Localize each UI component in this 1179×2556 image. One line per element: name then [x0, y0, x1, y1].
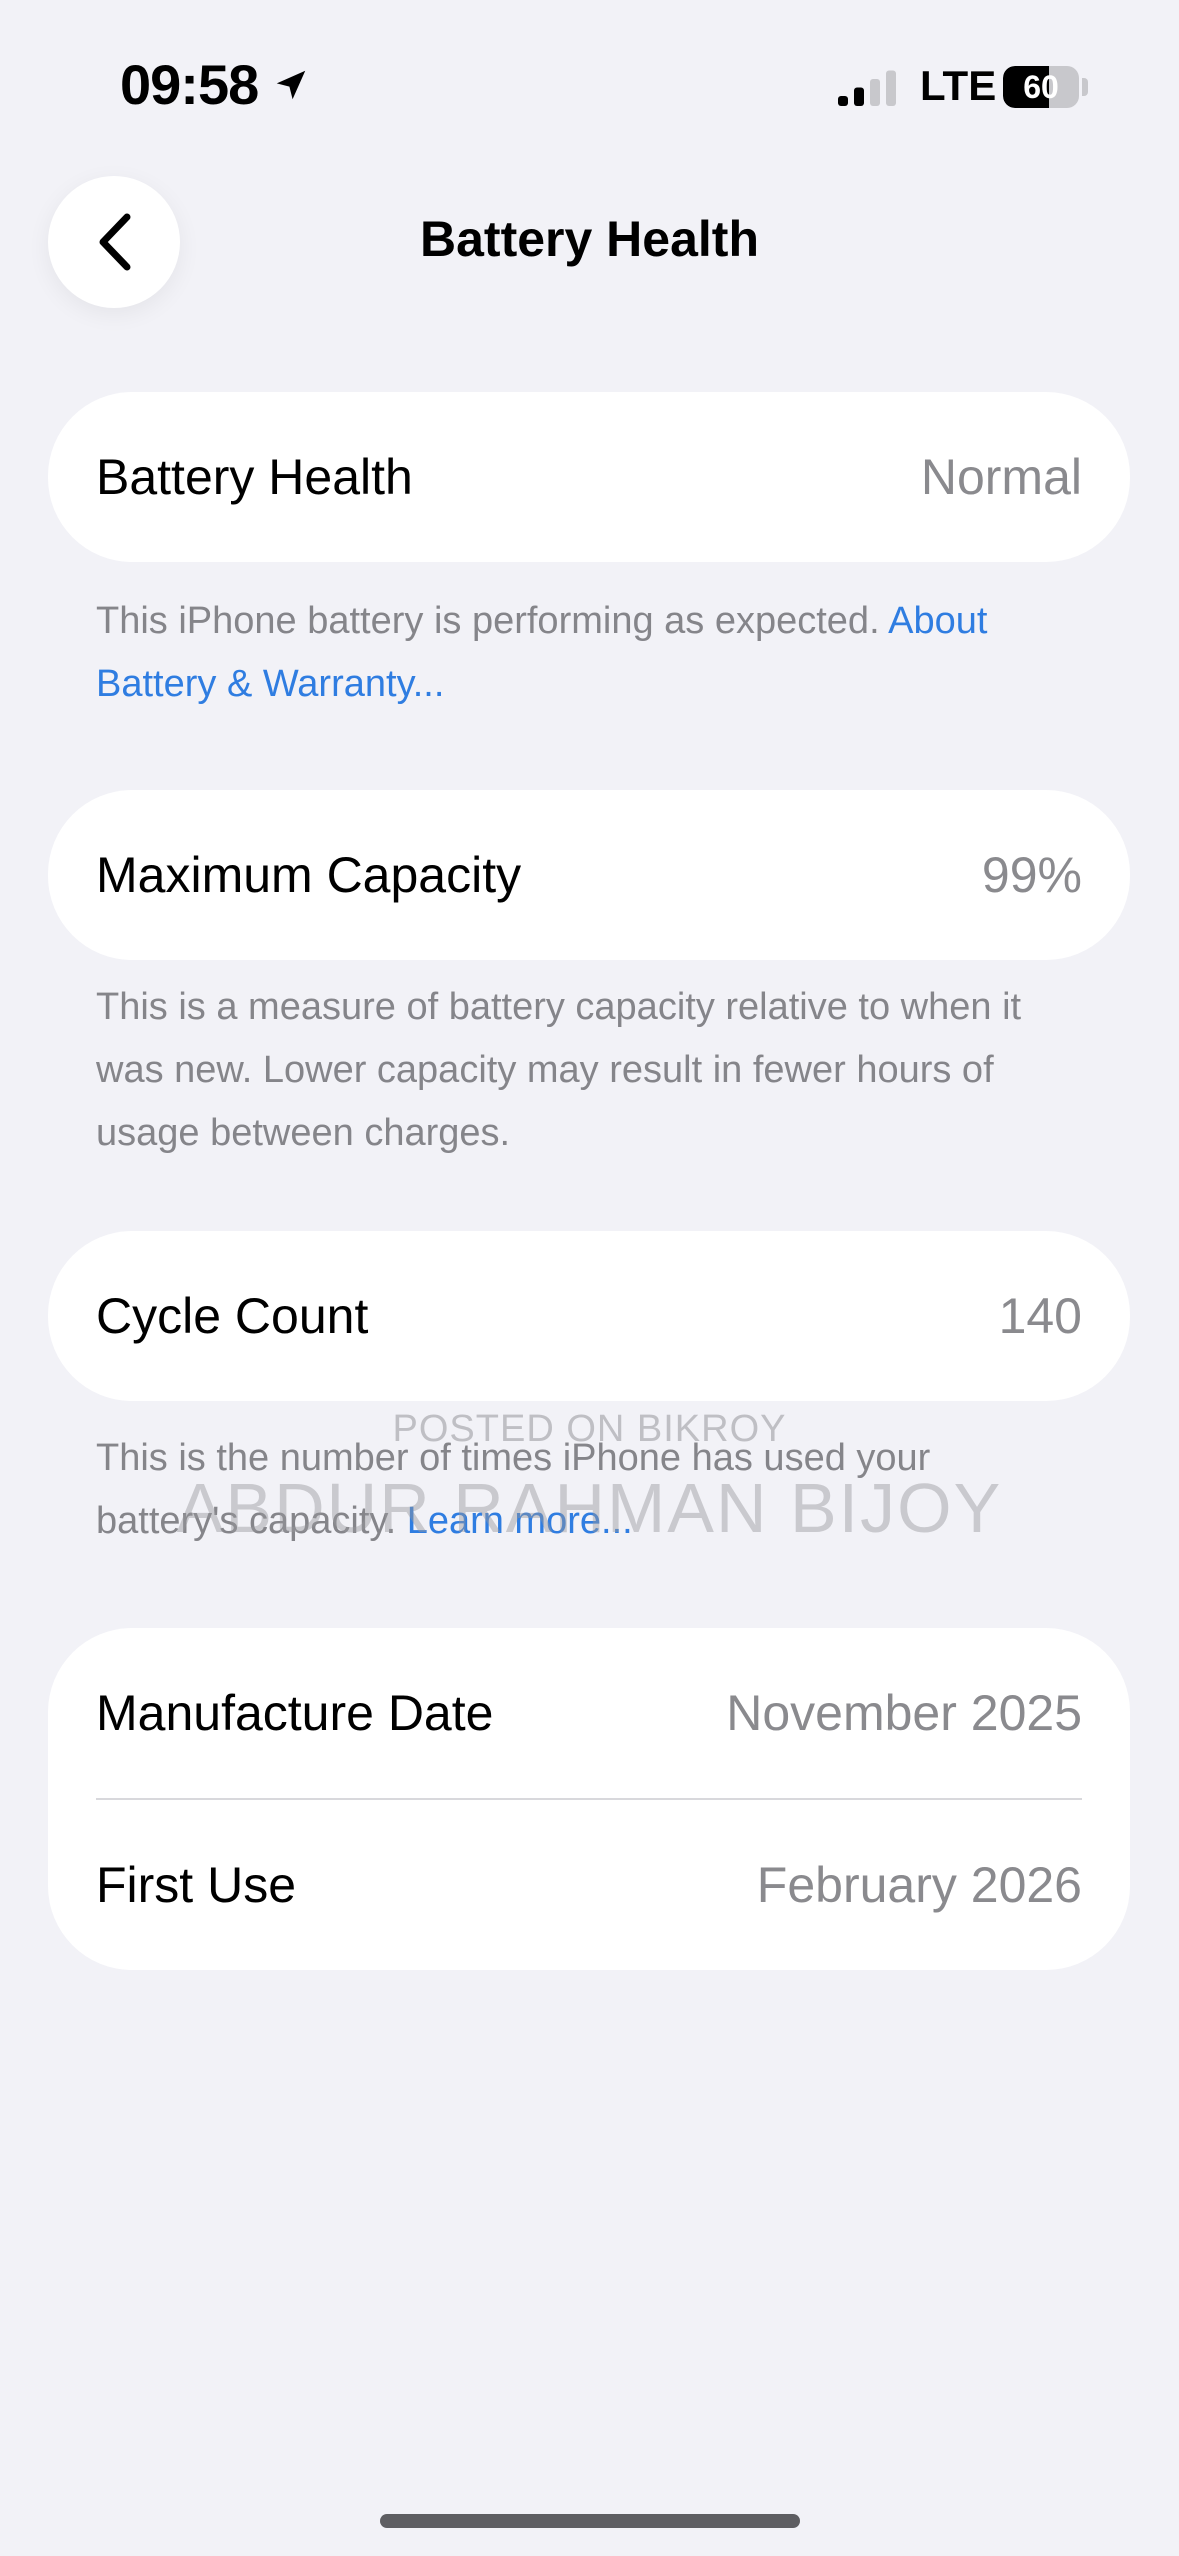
manufacture-date-label: Manufacture Date: [96, 1685, 494, 1741]
first-use-label: First Use: [96, 1857, 296, 1913]
cycle-count-label: Cycle Count: [96, 1288, 369, 1344]
home-indicator[interactable]: [380, 2514, 800, 2528]
first-use-value: February 2026: [756, 1857, 1082, 1913]
signal-bar: [886, 70, 896, 106]
watermark-line-2: ABDUR RAHMAN BIJOY: [176, 1469, 1003, 1547]
manufacture-date-value: November 2025: [726, 1685, 1082, 1741]
maximum-capacity-card: Maximum Capacity 99%: [48, 790, 1130, 960]
first-use-row: First Use February 2026: [48, 1800, 1130, 1970]
signal-bar: [854, 87, 864, 106]
maximum-capacity-row: Maximum Capacity 99%: [48, 790, 1130, 960]
network-type: LTE: [920, 62, 997, 109]
signal-bar: [838, 96, 848, 106]
battery-health-footer-text: This iPhone battery is performing as exp…: [96, 600, 889, 642]
maximum-capacity-value: 99%: [981, 847, 1082, 903]
dates-card: Manufacture Date November 2025 First Use…: [48, 1628, 1130, 1970]
battery-percent: 60: [1023, 69, 1059, 105]
battery-health-row[interactable]: Battery Health Normal: [48, 392, 1130, 562]
cycle-count-card: Cycle Count 140: [48, 1231, 1130, 1401]
location-arrow-icon: [276, 70, 306, 100]
battery-cap: [1082, 78, 1088, 96]
status-time: 09:58: [120, 53, 259, 116]
signal-bar: [870, 79, 880, 106]
manufacture-date-row: Manufacture Date November 2025: [48, 1628, 1130, 1798]
cycle-count-row: Cycle Count 140: [48, 1231, 1130, 1401]
maximum-capacity-footer: This is a measure of battery capacity re…: [96, 986, 1022, 1154]
battery-health-label: Battery Health: [96, 449, 413, 505]
cycle-count-value: 140: [998, 1288, 1082, 1344]
battery-health-footer: This iPhone battery is performing as exp…: [96, 590, 1076, 716]
cellular-signal-icon: [838, 70, 896, 106]
watermark-line-1: POSTED ON BIKROY: [392, 1408, 787, 1450]
page-title: Battery Health: [420, 211, 759, 267]
maximum-capacity-label: Maximum Capacity: [96, 847, 522, 903]
battery-icon: 60: [1003, 66, 1079, 108]
battery-health-value: Normal: [920, 449, 1082, 505]
battery-health-card[interactable]: Battery Health Normal: [48, 392, 1130, 562]
